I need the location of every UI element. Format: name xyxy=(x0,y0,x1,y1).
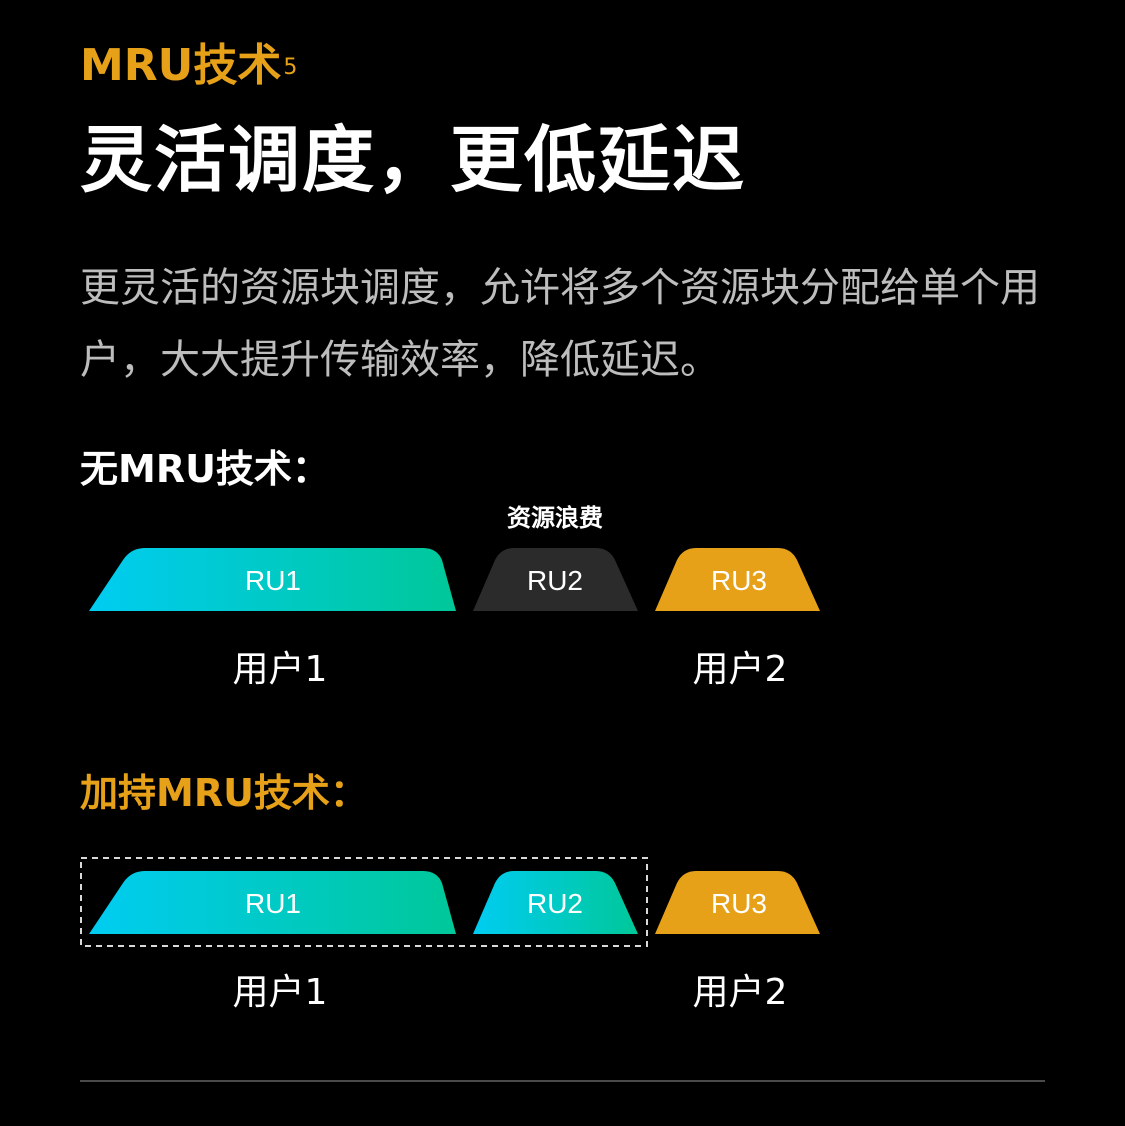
headline: 灵活调度，更低延迟 xyxy=(80,118,747,202)
user1-label: 用户1 xyxy=(232,972,328,1013)
ru3-label: RU3 xyxy=(711,565,767,596)
section-title-without-mru: 无MRU技术： xyxy=(80,447,330,491)
user2-label: 用户2 xyxy=(692,972,788,1013)
ru1-label: RU1 xyxy=(245,888,301,919)
footnote-marker: 5 xyxy=(283,55,298,80)
resource-waste-label: 资源浪费 xyxy=(507,504,603,532)
user2-label: 用户2 xyxy=(692,649,788,690)
bottom-divider xyxy=(80,1080,1045,1082)
mru-combined-box xyxy=(80,857,648,947)
eyebrow-title: MRU技术5 xyxy=(80,40,297,92)
ru3-block xyxy=(655,871,820,934)
row-without-mru: RU1 RU2 RU3 xyxy=(89,548,820,611)
ru3-label: RU3 xyxy=(711,888,767,919)
ru3-block xyxy=(655,548,820,611)
description: 更灵活的资源块调度，允许将多个资源块分配给单个用户，大大提升传输效率，降低延迟。 xyxy=(80,265,1040,383)
ru1-label: RU1 xyxy=(245,565,301,596)
ru2-block-wasted xyxy=(473,548,638,611)
ru2-label: RU2 xyxy=(527,565,583,596)
ru1-block xyxy=(89,871,456,934)
eyebrow-text: MRU技术 xyxy=(80,40,282,91)
ru2-label: RU2 xyxy=(527,888,583,919)
ru2-block-allocated xyxy=(473,871,638,934)
section-title-with-mru: 加持MRU技术： xyxy=(80,771,368,815)
row-with-mru: RU1 RU2 RU3 xyxy=(80,857,820,947)
user1-label: 用户1 xyxy=(232,649,328,690)
ru1-block xyxy=(89,548,456,611)
